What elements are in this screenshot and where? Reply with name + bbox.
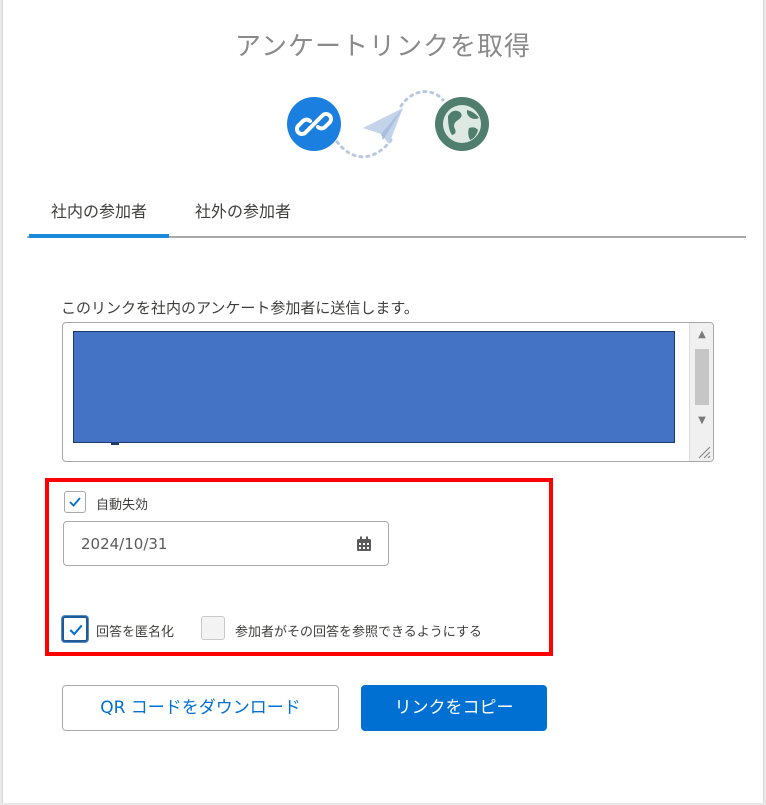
dialog-title: アンケートリンクを取得 [235, 32, 531, 62]
scroll-thumb[interactable] [695, 349, 709, 405]
tab-external-participants[interactable]: 社外の参加者 [181, 190, 305, 238]
calendar-icon[interactable] [356, 536, 372, 552]
expire-date-value: 2024/10/31 [81, 535, 168, 553]
check-icon [69, 624, 83, 636]
globe-icon [435, 97, 489, 151]
link-icon [287, 97, 341, 151]
textarea-scrollbar[interactable]: ▲ ▼ [689, 323, 713, 461]
participant-tabs: 社内の参加者 社外の参加者 [27, 190, 746, 238]
tab-internal-participants[interactable]: 社内の参加者 [29, 190, 169, 238]
survey-link-dialog: アンケートリンクを取得 社内の参加者 社外の参加者 このリンクを社内のアンケート… [2, 0, 764, 803]
resize-grip-icon[interactable] [695, 443, 711, 459]
download-qr-code-button[interactable]: QR コードをダウンロード [62, 685, 339, 731]
participants-view-responses-checkbox[interactable] [201, 616, 225, 640]
participants-view-responses-label: 参加者がその回答を参照できるようにする [235, 625, 482, 640]
anonymize-responses-label: 回答を匿名化 [96, 625, 175, 640]
anonymize-responses-checkbox[interactable] [62, 616, 88, 642]
redacted-link-text [73, 331, 675, 443]
expire-date-input[interactable]: 2024/10/31 [63, 521, 389, 566]
link-description: このリンクを社内のアンケート参加者に送信します。 [61, 299, 419, 317]
auto-expire-checkbox[interactable] [64, 491, 86, 513]
scroll-down-arrow-icon[interactable]: ▼ [690, 411, 713, 431]
hero-illustration [3, 88, 763, 168]
check-icon [69, 497, 81, 507]
text-cursor [111, 443, 119, 445]
auto-expire-label: 自動失効 [96, 498, 149, 513]
survey-link-textarea[interactable]: ▲ ▼ [62, 322, 714, 462]
copy-link-button[interactable]: リンクをコピー [361, 685, 547, 731]
hero-graphic [287, 90, 489, 159]
scroll-up-arrow-icon[interactable]: ▲ [690, 325, 713, 345]
paper-plane-icon [363, 108, 403, 144]
